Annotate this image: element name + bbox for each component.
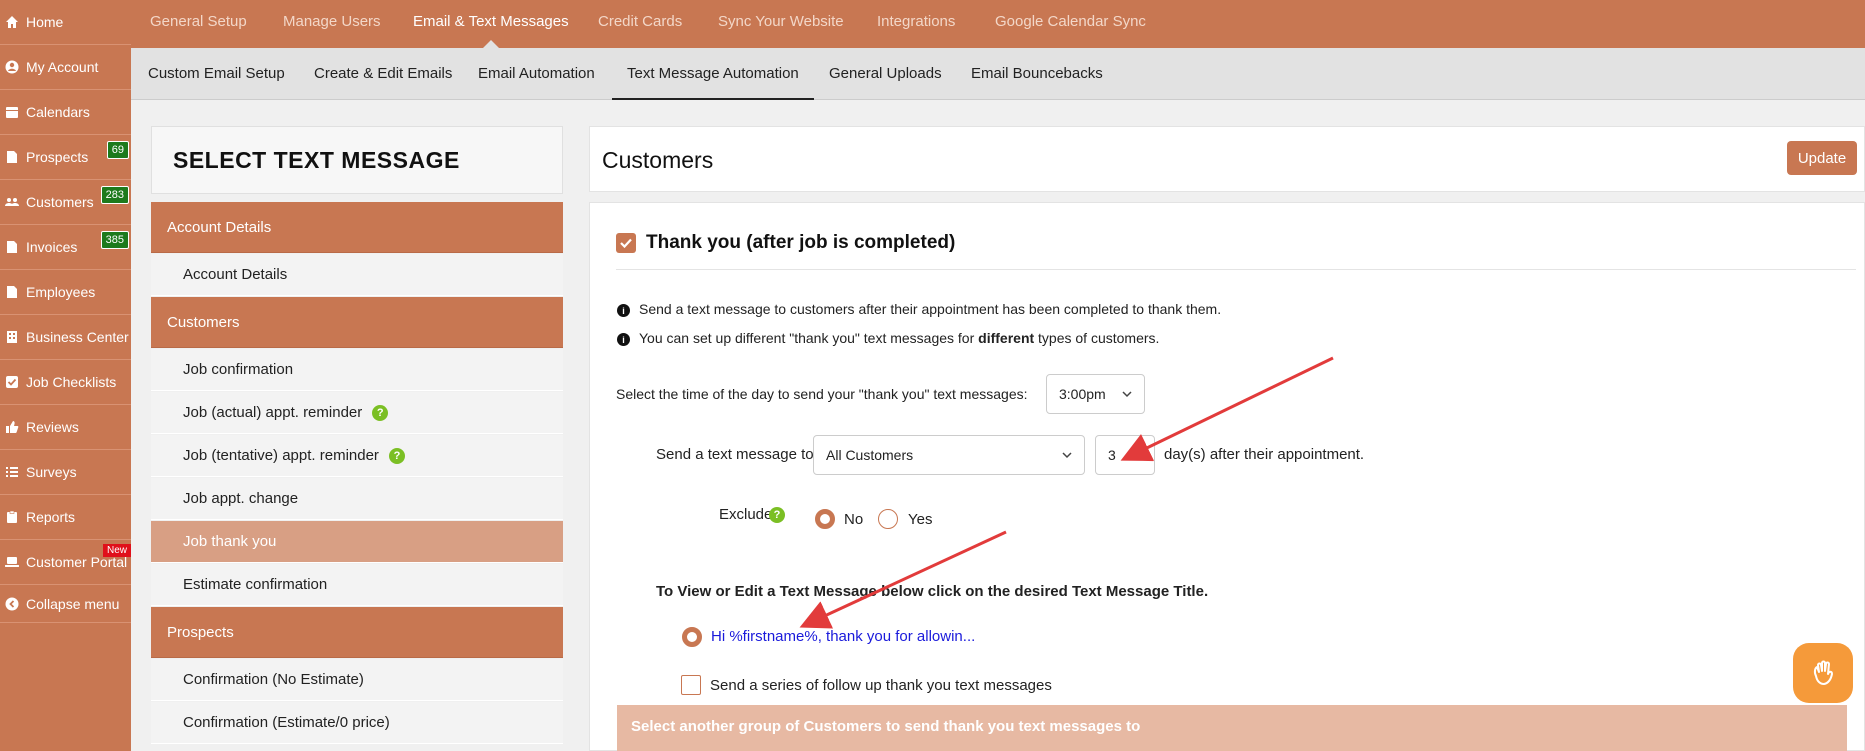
active-caret <box>482 40 499 48</box>
right-panel-body: Thank you (after job is completed) i Sen… <box>589 202 1865 751</box>
sidebar-item-label: Business Center <box>26 329 129 345</box>
file-icon <box>4 239 20 255</box>
sidebar-item-job-checklists[interactable]: Job Checklists <box>0 360 131 405</box>
sidebar-item-customer-portal[interactable]: Customer Portal New <box>0 540 131 585</box>
subnav-custom-email-setup[interactable]: Custom Email Setup <box>148 48 285 100</box>
sidebar-item-label: Calendars <box>26 104 90 120</box>
list-item-job-tentative-appt-reminder[interactable]: Job (tentative) appt. reminder? <box>151 435 563 477</box>
chat-help-button[interactable] <box>1793 643 1853 703</box>
sidebar-item-collapse-menu[interactable]: Collapse menu <box>0 585 131 623</box>
clipboard-icon <box>4 509 20 525</box>
topnav-sync-website[interactable]: Sync Your Website <box>718 0 844 48</box>
sidebar: Home My Account Calendars Prospects 69 Custom… <box>0 0 131 751</box>
subnav-general-uploads[interactable]: General Uploads <box>829 48 942 100</box>
list-item-label: Confirmation (Estimate/0 price) <box>183 714 390 731</box>
update-button[interactable]: Update <box>1787 141 1857 175</box>
list-item-job-confirmation[interactable]: Job confirmation <box>151 349 563 391</box>
topnav-integrations[interactable]: Integrations <box>877 0 955 48</box>
topnav-google-calendar-sync[interactable]: Google Calendar Sync <box>995 0 1146 48</box>
sidebar-item-employees[interactable]: Employees <box>0 270 131 315</box>
sidebar-item-label: Home <box>26 14 64 30</box>
list-item-job-actual-appt-reminder[interactable]: Job (actual) appt. reminder? <box>151 392 563 434</box>
sidebar-item-label: Reports <box>26 509 76 525</box>
sidebar-item-label: Reviews <box>26 419 79 435</box>
sidebar-item-reviews[interactable]: Reviews <box>0 405 131 450</box>
file-icon <box>4 284 20 300</box>
sidebar-item-customers[interactable]: Customers 283 <box>0 180 131 225</box>
arrow-to-days-input <box>1120 356 1334 462</box>
sidebar-item-prospects[interactable]: Prospects 69 <box>0 135 131 180</box>
sidebar-item-label: Employees <box>26 284 96 300</box>
list-item-job-thank-you[interactable]: Job thank you <box>151 521 563 563</box>
sub-nav: Custom Email Setup Create & Edit Emails … <box>131 48 1865 100</box>
sidebar-item-invoices[interactable]: Invoices 385 <box>0 225 131 270</box>
sidebar-item-business-center[interactable]: Business Center <box>0 315 131 360</box>
right-panel-header: Customers Update <box>589 126 1865 192</box>
sidebar-item-calendars[interactable]: Calendars <box>0 90 131 135</box>
users-icon <box>4 194 20 210</box>
list-item-label: Account Details <box>167 218 272 236</box>
user-icon <box>4 59 20 75</box>
list-item-label: Estimate confirmation <box>183 576 328 593</box>
list-item-estimate-confirmation[interactable]: Estimate confirmation <box>151 564 563 606</box>
annotation-arrows <box>799 356 1334 629</box>
panel-heading: Customers <box>602 147 714 173</box>
subnav-email-bouncebacks[interactable]: Email Bouncebacks <box>971 48 1103 100</box>
panel-title: SELECT TEXT MESSAGE <box>151 126 563 194</box>
sidebar-item-label: My Account <box>26 59 99 75</box>
sidebar-item-home[interactable]: Home <box>0 0 131 45</box>
list-group-header-prospects[interactable]: Prospects <box>151 607 563 658</box>
topnav-manage-users[interactable]: Manage Users <box>283 0 381 48</box>
sidebar-item-label: Collapse menu <box>26 595 120 612</box>
list-item-label: Job confirmation <box>183 361 294 378</box>
list-item-confirmation-estimate-0-price[interactable]: Confirmation (Estimate/0 price) <box>151 702 563 744</box>
top-nav: General Setup Manage Users Email & Text … <box>131 0 1865 48</box>
list-item-job-appt-change[interactable]: Job appt. change <box>151 478 563 520</box>
sidebar-item-label: Customers <box>26 194 94 210</box>
sidebar-item-label: Prospects <box>26 149 89 165</box>
sidebar-item-reports[interactable]: Reports <box>0 495 131 540</box>
list-item-label: Job (actual) appt. reminder <box>183 404 363 421</box>
chevron-left-circle-icon <box>4 596 20 612</box>
list-item-label: Prospects <box>167 623 234 641</box>
laptop-icon <box>4 554 20 570</box>
list-item-account-details[interactable]: Account Details <box>151 254 563 296</box>
subnav-text-message-automation[interactable]: Text Message Automation <box>612 48 814 100</box>
calendar-icon <box>4 104 20 120</box>
list-item-label: Account Details <box>183 266 288 283</box>
sidebar-item-surveys[interactable]: Surveys <box>0 450 131 495</box>
help-icon[interactable]: ? <box>388 447 405 464</box>
new-badge: New <box>102 544 131 557</box>
list-group-header-account-details[interactable]: Account Details <box>151 202 563 253</box>
subnav-create-edit-emails[interactable]: Create & Edit Emails <box>314 48 452 100</box>
home-icon <box>4 14 20 30</box>
list-group-header-customers[interactable]: Customers <box>151 297 563 348</box>
topnav-general-setup[interactable]: General Setup <box>150 0 247 48</box>
list-item-label: Customers <box>167 313 240 331</box>
count-badge: 283 <box>100 186 129 204</box>
count-badge: 385 <box>100 231 129 249</box>
list-icon <box>4 464 20 480</box>
list-item-label: Job appt. change <box>183 490 299 507</box>
list-item-label: Job (tentative) appt. reminder <box>183 447 379 464</box>
count-badge: 69 <box>106 141 129 159</box>
sidebar-item-label: Job Checklists <box>26 374 117 390</box>
topnav-email-text-messages[interactable]: Email & Text Messages <box>413 0 569 48</box>
subnav-email-automation[interactable]: Email Automation <box>478 48 595 100</box>
waving-hand-icon <box>1813 660 1833 685</box>
list-item-confirmation-no-estimate[interactable]: Confirmation (No Estimate) <box>151 659 563 701</box>
thumbs-up-icon <box>4 419 20 435</box>
list-item-label: Job thank you <box>183 533 277 550</box>
sidebar-item-my-account[interactable]: My Account <box>0 45 131 90</box>
sidebar-item-label: Invoices <box>26 239 78 255</box>
checkbox-icon <box>4 374 20 390</box>
file-icon <box>4 149 20 165</box>
building-icon <box>4 329 20 345</box>
list-item-label: Confirmation (No Estimate) <box>183 671 364 688</box>
select-text-message-panel: SELECT TEXT MESSAGE Account Details Accou… <box>151 126 563 744</box>
help-icon[interactable]: ? <box>372 404 389 421</box>
arrow-to-message-link <box>799 530 1007 629</box>
sidebar-item-label: Surveys <box>26 464 77 480</box>
topnav-credit-cards[interactable]: Credit Cards <box>598 0 682 48</box>
